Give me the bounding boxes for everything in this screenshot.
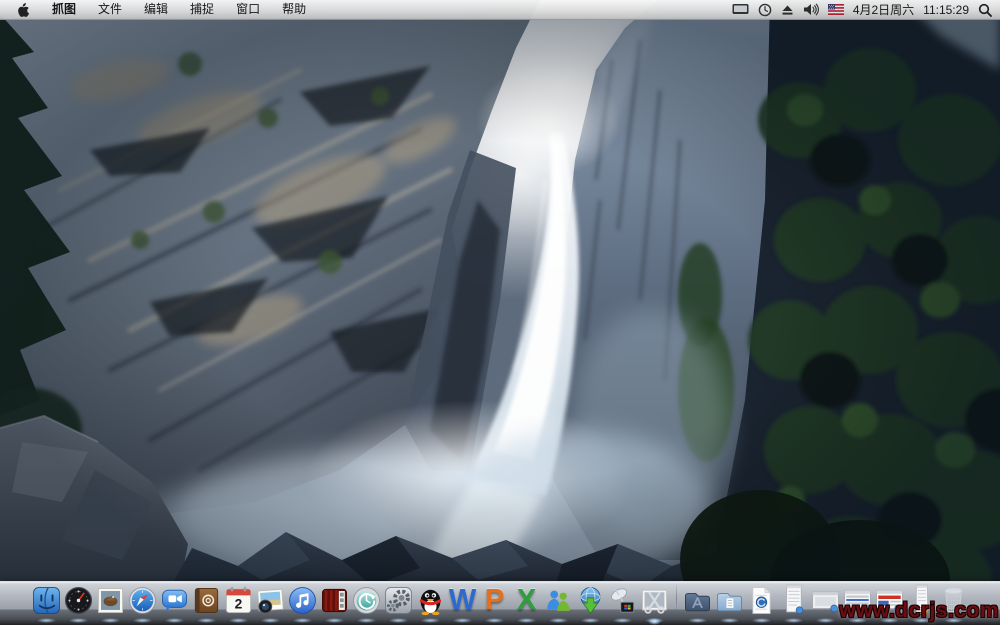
screenshot-file-icon (746, 585, 777, 616)
dock-item-excel[interactable]: X (511, 583, 542, 616)
dock-item-itunes[interactable] (287, 585, 318, 616)
display-icon[interactable] (732, 3, 749, 16)
safari-icon (127, 585, 158, 616)
finder-icon (31, 585, 62, 616)
menu-item-capture[interactable]: 捕捉 (179, 0, 225, 19)
dock-item-address-book[interactable] (191, 585, 222, 616)
dock-item-grab[interactable] (639, 585, 670, 616)
eject-icon[interactable] (781, 4, 794, 16)
excel-letter-icon: X (511, 583, 542, 616)
menu-item-file[interactable]: 文件 (87, 0, 133, 19)
dock-item-download-manager[interactable] (575, 585, 606, 616)
spotlight-icon[interactable] (978, 3, 992, 17)
dashboard-icon (63, 585, 94, 616)
grab-scissors-icon (639, 585, 670, 616)
dock-item-screenshot-file[interactable] (746, 585, 777, 616)
dock-item-word[interactable]: W (447, 583, 478, 616)
dock-item-minimized-window-1[interactable] (778, 582, 809, 616)
time-machine-icon[interactable] (758, 3, 772, 17)
menu-bar-status: 4月2日周六 11:15:29 (732, 1, 992, 18)
dock-item-dashboard[interactable] (63, 585, 94, 616)
time-machine-icon-dock (351, 585, 382, 616)
menu-item-help[interactable]: 帮助 (271, 0, 317, 19)
dock-item-documents-folder[interactable] (714, 585, 745, 616)
itunes-icon (287, 585, 318, 616)
us-flag-icon[interactable] (828, 4, 844, 15)
dock-item-finder[interactable] (31, 585, 62, 616)
dock-item-msn-messenger[interactable] (543, 585, 574, 616)
apple-logo-icon (16, 2, 29, 17)
ical-day: 2 (235, 597, 243, 612)
remote-desktop-icon (607, 585, 638, 616)
dock-item-picture-preview[interactable] (95, 585, 126, 616)
dock-item-remote-desktop[interactable] (607, 585, 638, 616)
address-book-icon (191, 585, 222, 616)
qq-icon (415, 585, 446, 616)
menu-items: 抓图 文件 编辑 捕捉 窗口 帮助 (41, 0, 317, 19)
wallpaper-yosemite-falls (0, 0, 1000, 625)
applications-folder-icon (682, 585, 713, 616)
photo-booth-icon (319, 585, 350, 616)
volume-icon[interactable] (803, 3, 819, 16)
dock-item-photo-booth[interactable] (319, 585, 350, 616)
menu-clock[interactable]: 11:15:29 (923, 3, 969, 17)
dock-item-time-machine[interactable] (351, 585, 382, 616)
dock-item-safari[interactable] (127, 585, 158, 616)
dock-item-ichat[interactable] (159, 585, 190, 616)
ichat-icon (159, 585, 190, 616)
ical-icon: 2 (223, 585, 254, 616)
dock-item-system-preferences[interactable] (383, 585, 414, 616)
word-letter-icon: W (447, 583, 478, 616)
menu-bar-left: 抓图 文件 编辑 捕捉 窗口 帮助 (8, 0, 317, 19)
dock-item-iphoto[interactable] (255, 585, 286, 616)
minimized-window-wide-icon (810, 582, 841, 616)
menu-item-app[interactable]: 抓图 (41, 0, 87, 19)
watermark: www.dcrjs.com (839, 599, 999, 623)
menu-date[interactable]: 4月2日周六 (853, 1, 914, 18)
iphoto-icon (255, 585, 286, 616)
dock-item-powerpoint[interactable]: P (479, 583, 510, 616)
dock-item-ical[interactable]: 2 (223, 585, 254, 616)
minimized-window-tall-icon (778, 582, 809, 616)
picture-icon (95, 585, 126, 616)
powerpoint-letter-icon: P (479, 583, 510, 616)
dock-item-list: 2 (31, 578, 969, 616)
apple-menu[interactable] (8, 2, 41, 17)
menu-item-window[interactable]: 窗口 (225, 0, 271, 19)
dock-item-qq[interactable] (415, 585, 446, 616)
system-preferences-icon (383, 585, 414, 616)
documents-folder-icon (714, 585, 745, 616)
download-globe-icon (575, 585, 606, 616)
dock-item-minimized-window-2[interactable] (810, 582, 841, 616)
dock-item-applications-folder[interactable] (682, 585, 713, 616)
menu-item-edit[interactable]: 编辑 (133, 0, 179, 19)
dock-separator (671, 578, 681, 616)
menu-bar: 抓图 文件 编辑 捕捉 窗口 帮助 (0, 0, 1000, 20)
msn-messenger-icon (543, 585, 574, 616)
